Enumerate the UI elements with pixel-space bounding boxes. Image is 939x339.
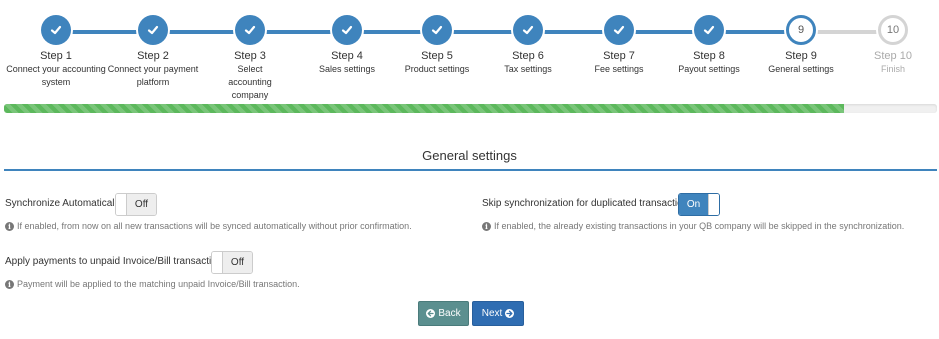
skip-duplicates-label: Skip synchronization for duplicated tran… xyxy=(482,198,694,209)
step-10[interactable]: 10 Step 10 Finish xyxy=(838,15,939,76)
skip-duplicates-toggle[interactable]: On xyxy=(678,193,720,216)
back-button-label: Back xyxy=(438,308,461,319)
checkmark-icon xyxy=(513,15,543,45)
back-button[interactable]: Back xyxy=(418,301,469,326)
toggle-knob xyxy=(212,252,223,273)
skip-duplicates-help: i If enabled, the already existing trans… xyxy=(482,221,904,231)
wizard-stepper: Step 1 Connect your accounting system St… xyxy=(0,0,939,100)
step-description: Connect your accounting system xyxy=(6,64,106,87)
next-button-label: Next xyxy=(481,308,503,319)
circle-arrow-right-icon xyxy=(505,309,515,318)
step-2[interactable]: Step 2 Connect your payment platform xyxy=(98,15,208,89)
step-description: Connect your payment platform xyxy=(107,64,199,87)
wizard-progress-bar xyxy=(4,104,937,113)
progress-fill xyxy=(4,104,844,113)
checkmark-icon xyxy=(332,15,362,45)
checkmark-icon xyxy=(138,15,168,45)
section-title: General settings xyxy=(422,148,517,163)
checkmark-icon xyxy=(694,15,724,45)
info-icon: i xyxy=(482,221,491,231)
checkmark-icon xyxy=(604,15,634,45)
checkmark-icon xyxy=(41,15,71,45)
info-icon: i xyxy=(5,221,14,231)
step-number: 9 xyxy=(797,24,805,36)
toggle-knob xyxy=(116,194,127,215)
section-divider xyxy=(4,169,937,171)
step-number: 10 xyxy=(886,24,900,36)
checkmark-icon xyxy=(235,15,265,45)
apply-payments-label: Apply payments to unpaid Invoice/Bill tr… xyxy=(5,256,228,267)
step-description: Finish xyxy=(880,64,905,74)
info-icon: i xyxy=(5,279,14,289)
step-number-badge: 9 xyxy=(786,15,816,45)
sync-automatically-help: i If enabled, from now on all new transa… xyxy=(5,221,412,231)
apply-payments-toggle[interactable]: Off xyxy=(211,251,253,274)
step-title: Step 10 xyxy=(874,50,912,62)
toggle-state-label: On xyxy=(679,194,708,215)
step-1[interactable]: Step 1 Connect your accounting system xyxy=(1,15,111,89)
help-text: Payment will be applied to the matching … xyxy=(17,279,300,289)
step-number-badge: 10 xyxy=(878,15,908,45)
sync-automatically-label: Synchronize Automatically xyxy=(5,198,122,209)
next-button[interactable]: Next xyxy=(472,301,524,326)
toggle-state-label: Off xyxy=(127,194,156,215)
help-text: If enabled, the already existing transac… xyxy=(494,221,905,231)
help-text: If enabled, from now on all new transact… xyxy=(17,221,412,231)
sync-automatically-toggle[interactable]: Off xyxy=(115,193,157,216)
step-title: Step 2 xyxy=(137,50,169,62)
apply-payments-help: i Payment will be applied to the matchin… xyxy=(5,279,300,289)
toggle-state-label: Off xyxy=(223,252,252,273)
toggle-knob xyxy=(708,194,719,215)
step-title: Step 1 xyxy=(40,50,72,62)
circle-arrow-left-icon xyxy=(426,309,436,318)
step-description: Select accounting company xyxy=(228,64,272,100)
step-3[interactable]: Step 3 Select accounting company xyxy=(195,15,305,102)
checkmark-icon xyxy=(422,15,452,45)
step-title: Step 3 xyxy=(234,50,266,62)
